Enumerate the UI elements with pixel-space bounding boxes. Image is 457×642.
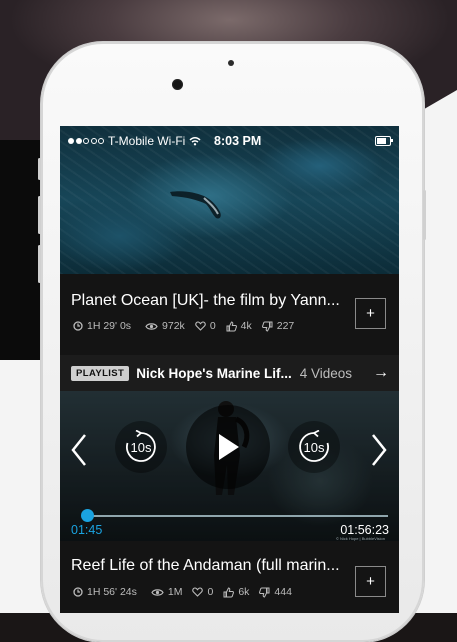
rewind-label: 10s <box>130 439 152 455</box>
duration-text: 1H 56' 24s <box>87 586 137 598</box>
forward-label: 10s <box>303 439 325 455</box>
clock: 8:03 PM <box>214 134 262 148</box>
battery-icon <box>375 136 393 146</box>
dislikes-count: 444 <box>274 586 292 598</box>
signal-dot <box>75 138 82 144</box>
likes-count: 6k <box>238 586 250 598</box>
comments-count: 0 <box>207 586 214 598</box>
views-text: 972k <box>162 320 185 332</box>
play-icon <box>219 434 239 460</box>
scrubber-handle[interactable] <box>80 509 94 522</box>
signal-strength-icon <box>68 138 104 144</box>
signal-dot <box>83 138 89 144</box>
playlist-name[interactable]: Nick Hope's Marine Lif... <box>136 366 292 381</box>
carrier-label: T-Mobile Wi-Fi <box>108 134 186 148</box>
thumbs-up-icon[interactable] <box>226 320 237 332</box>
arrow-right-icon[interactable]: → <box>373 364 389 382</box>
heart-icon[interactable] <box>195 321 206 331</box>
front-camera <box>172 79 183 90</box>
playlist-header[interactable]: PLAYLIST Nick Hope's Marine Lif... 4 Vid… <box>60 355 399 391</box>
video-credit: © Nick Hope | BubbleVision <box>335 536 385 541</box>
add-to-playlist-button-2[interactable]: + <box>355 566 386 597</box>
signal-dot <box>98 138 104 144</box>
signal-dot <box>68 138 74 144</box>
clock-icon <box>73 587 83 597</box>
playlist-badge: PLAYLIST <box>71 365 130 381</box>
playlist-video-count: 4 Videos <box>299 365 353 381</box>
play-button[interactable] <box>186 405 270 489</box>
eye-icon <box>145 322 158 330</box>
elapsed-time: 01:45 <box>71 523 103 537</box>
chevron-right-icon[interactable] <box>370 433 388 467</box>
side-button-volume-down <box>38 245 41 283</box>
heart-icon[interactable] <box>192 587 204 597</box>
thumbs-down-icon[interactable] <box>261 321 273 332</box>
side-button-mute <box>38 158 41 180</box>
proximity-sensor <box>228 60 234 66</box>
video-title[interactable]: Planet Ocean [UK]- the film by Yann... <box>71 292 340 310</box>
eye-icon <box>151 588 164 596</box>
video-meta-2: 1H 56' 24s 1M 0 6k 444 <box>73 586 292 598</box>
clock-icon <box>73 321 83 331</box>
rewind-10s-button[interactable]: 10s <box>115 421 167 473</box>
side-button-volume-up <box>38 196 41 234</box>
thumbs-down-icon[interactable] <box>259 587 270 598</box>
total-time: 01:56:23 <box>340 523 389 537</box>
dislikes-count: 227 <box>276 320 295 332</box>
status-bar: T-Mobile Wi-Fi 8:03 PM <box>68 132 393 150</box>
likes-count: 4k <box>240 320 252 332</box>
app-screen: T-Mobile Wi-Fi 8:03 PM Planet Ocean [UK]… <box>60 126 399 613</box>
video-meta: 1H 29' 0s 972k 0 4k 227 <box>73 320 294 332</box>
duration-text: 1H 29' 0s <box>87 320 132 332</box>
wifi-icon <box>189 137 201 146</box>
add-to-playlist-button[interactable]: + <box>355 298 386 329</box>
video-title-2[interactable]: Reef Life of the Andaman (full marin... <box>71 557 340 575</box>
comments-count: 0 <box>209 320 216 332</box>
video-player[interactable]: 10s 10s 01:45 01:56:23 © Nick Hope | Bub… <box>60 391 399 541</box>
chevron-left-icon[interactable] <box>70 433 88 467</box>
forward-10s-button[interactable]: 10s <box>288 421 340 473</box>
thumbs-up-icon[interactable] <box>223 586 235 598</box>
diver-silhouette <box>170 191 221 219</box>
signal-dot <box>90 138 97 144</box>
progress-bar[interactable] <box>80 509 388 522</box>
side-button-power <box>423 190 426 240</box>
views-text: 1M <box>167 586 183 598</box>
